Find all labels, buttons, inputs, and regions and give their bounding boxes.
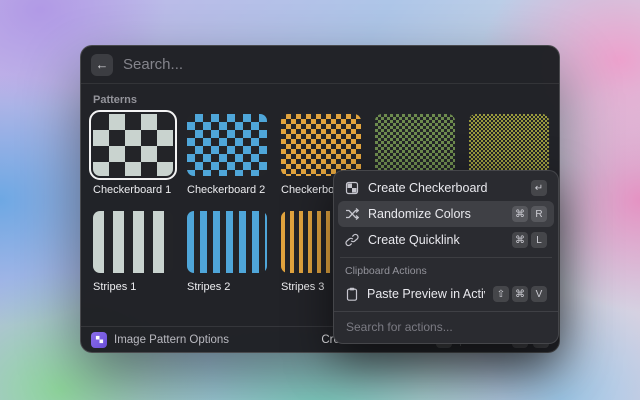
- pattern-label: Checkerboard 1: [93, 184, 173, 197]
- cmd-key-badge: ⌘: [512, 286, 528, 302]
- pattern-tile-checkerboard-5[interactable]: [469, 114, 549, 176]
- menu-item-create-checkerboard[interactable]: Create Checkerboard ↵: [338, 175, 554, 201]
- link-icon: [345, 233, 360, 247]
- menu-item-randomize-colors[interactable]: Randomize Colors ⌘ R: [338, 201, 554, 227]
- pattern-tile-checkerboard-2[interactable]: [187, 114, 267, 176]
- pattern-tile-stripes-2[interactable]: [187, 211, 267, 273]
- shift-key-badge: ⇧: [493, 286, 509, 302]
- footer-app-name: Image Pattern Options: [114, 334, 229, 346]
- return-key-badge: ↵: [531, 180, 547, 196]
- pattern-item: Stripes 2: [187, 211, 267, 294]
- shuffle-icon: [345, 207, 360, 221]
- menu-item-label: Paste Preview in Active App: [367, 287, 485, 301]
- menu-item-paste-preview[interactable]: Paste Preview in Active App ⇧ ⌘ V: [338, 281, 554, 307]
- menu-item-label: Create Checkerboard: [368, 181, 488, 195]
- pattern-label: Checkerboard 2: [187, 184, 267, 197]
- cmd-key-badge: ⌘: [512, 232, 528, 248]
- app-icon: [91, 332, 107, 348]
- search-input[interactable]: [123, 56, 549, 73]
- search-header: ←: [81, 46, 559, 84]
- menu-item-keys: ⇧ ⌘ V: [493, 286, 547, 302]
- pattern-tile-stripes-1[interactable]: [93, 211, 173, 273]
- pattern-label: Stripes 2: [187, 281, 267, 294]
- actions-menu: Create Checkerboard ↵ Randomize Colors: [333, 170, 559, 344]
- pattern-item: Checkerboard 2: [187, 114, 267, 197]
- pattern-tile-checkerboard-4[interactable]: [375, 114, 455, 176]
- menu-item-keys: ↵: [531, 180, 547, 196]
- r-key-badge: R: [531, 206, 547, 222]
- l-key-badge: L: [531, 232, 547, 248]
- pattern-item: Checkerboard 1: [93, 114, 173, 197]
- menu-item-keys: ⌘ L: [512, 232, 547, 248]
- v-key-badge: V: [531, 286, 547, 302]
- menu-item-label: Create Quicklink: [368, 233, 460, 247]
- pattern-item: Stripes 1: [93, 211, 173, 294]
- back-arrow-icon: ←: [96, 57, 109, 72]
- checker-glyph-icon: [95, 335, 104, 344]
- actions-search-input[interactable]: [334, 312, 558, 343]
- cmd-key-badge: ⌘: [512, 206, 528, 222]
- launcher-window: ← Patterns Checkerboard 1 Checkerboard 2…: [80, 45, 560, 353]
- pattern-tile-checkerboard-3[interactable]: [281, 114, 361, 176]
- actions-search-row: [334, 311, 558, 343]
- menu-item-create-quicklink[interactable]: Create Quicklink ⌘ L: [338, 227, 554, 253]
- checkerboard-icon: [345, 181, 360, 195]
- pattern-label: Stripes 1: [93, 281, 173, 294]
- back-button[interactable]: ←: [91, 54, 113, 76]
- desktop-background: ← Patterns Checkerboard 1 Checkerboard 2…: [0, 0, 640, 400]
- clipboard-actions-section-label: Clipboard Actions: [338, 262, 554, 281]
- menu-item-label: Randomize Colors: [368, 207, 471, 221]
- menu-divider: [340, 257, 552, 258]
- patterns-section-label: Patterns: [93, 94, 547, 106]
- menu-item-keys: ⌘ R: [512, 206, 547, 222]
- clipboard-icon: [345, 287, 359, 301]
- pattern-tile-checkerboard-1[interactable]: [93, 114, 173, 176]
